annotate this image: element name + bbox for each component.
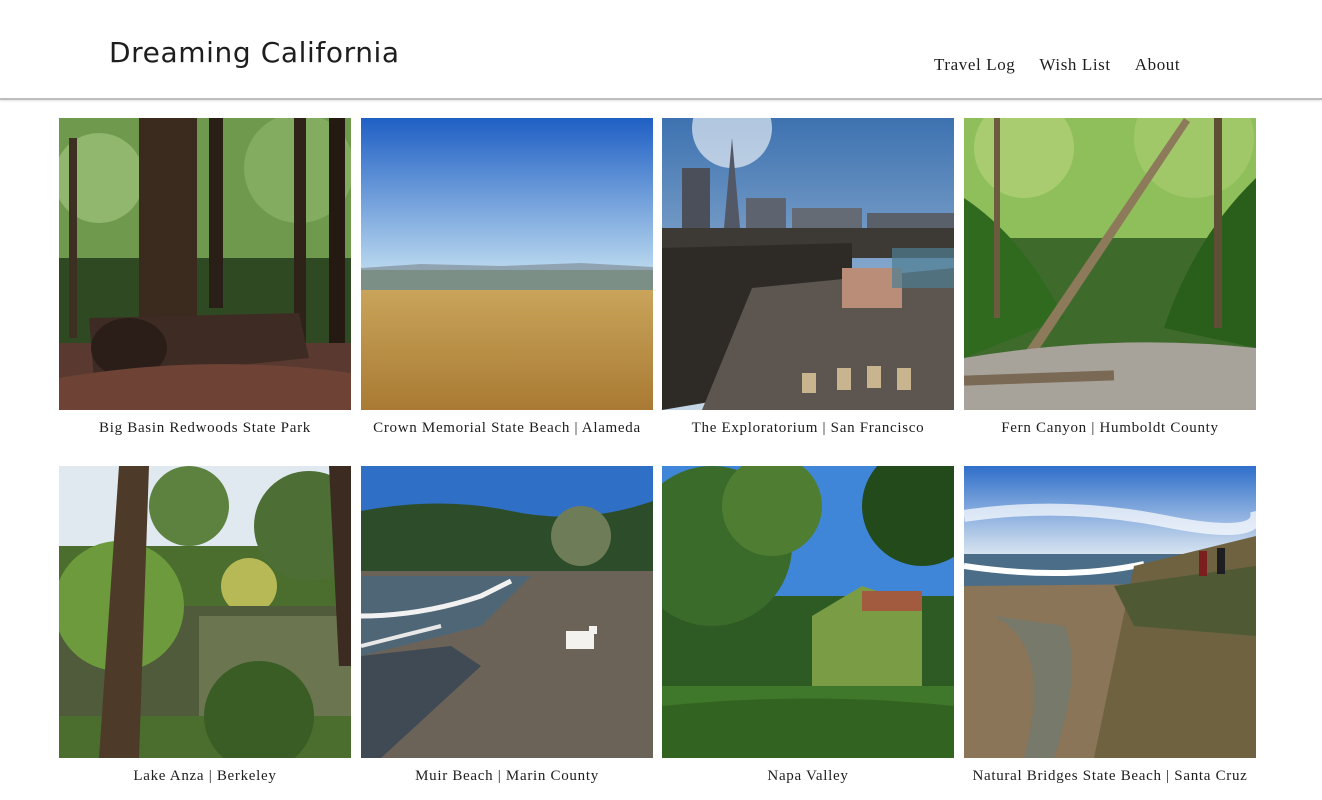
- photo-lake-anza[interactable]: [59, 466, 351, 758]
- site-header: Dreaming California Travel Log Wish List…: [0, 0, 1322, 100]
- photo-natural-bridges-beach[interactable]: [964, 466, 1256, 758]
- nav-about[interactable]: About: [1135, 54, 1181, 76]
- gallery-item[interactable]: Napa Valley: [662, 466, 954, 785]
- gallery-item[interactable]: Crown Memorial State Beach | Alameda: [361, 118, 653, 437]
- photo-napa-valley[interactable]: [662, 466, 954, 758]
- photo-caption: Crown Memorial State Beach | Alameda: [373, 420, 641, 436]
- photo-caption: Muir Beach | Marin County: [415, 768, 599, 784]
- photo-big-basin-redwoods[interactable]: [59, 118, 351, 410]
- photo-caption: Big Basin Redwoods State Park: [99, 420, 311, 436]
- gallery-item[interactable]: Big Basin Redwoods State Park: [59, 118, 351, 437]
- photo-exploratorium[interactable]: [662, 118, 954, 410]
- gallery-item[interactable]: Natural Bridges State Beach | Santa Cruz: [964, 466, 1256, 785]
- nav-wish-list[interactable]: Wish List: [1039, 54, 1110, 76]
- photo-caption: The Exploratorium | San Francisco: [691, 420, 925, 436]
- photo-crown-memorial-beach[interactable]: [361, 118, 653, 410]
- photo-muir-beach[interactable]: [361, 466, 653, 758]
- photo-caption: Napa Valley: [767, 768, 849, 784]
- gallery-item[interactable]: Lake Anza | Berkeley: [59, 466, 351, 785]
- main-nav: Travel Log Wish List About: [934, 54, 1204, 76]
- photo-caption: Natural Bridges State Beach | Santa Cruz: [972, 768, 1248, 784]
- nav-travel-log[interactable]: Travel Log: [934, 54, 1015, 76]
- gallery-item[interactable]: Muir Beach | Marin County: [361, 466, 653, 785]
- gallery-item[interactable]: Fern Canyon | Humboldt County: [964, 118, 1256, 437]
- photo-caption: Lake Anza | Berkeley: [133, 768, 277, 784]
- gallery-item[interactable]: The Exploratorium | San Francisco: [662, 118, 954, 437]
- photo-fern-canyon[interactable]: [964, 118, 1256, 410]
- photo-caption: Fern Canyon | Humboldt County: [1001, 420, 1219, 436]
- site-title[interactable]: Dreaming California: [109, 34, 400, 72]
